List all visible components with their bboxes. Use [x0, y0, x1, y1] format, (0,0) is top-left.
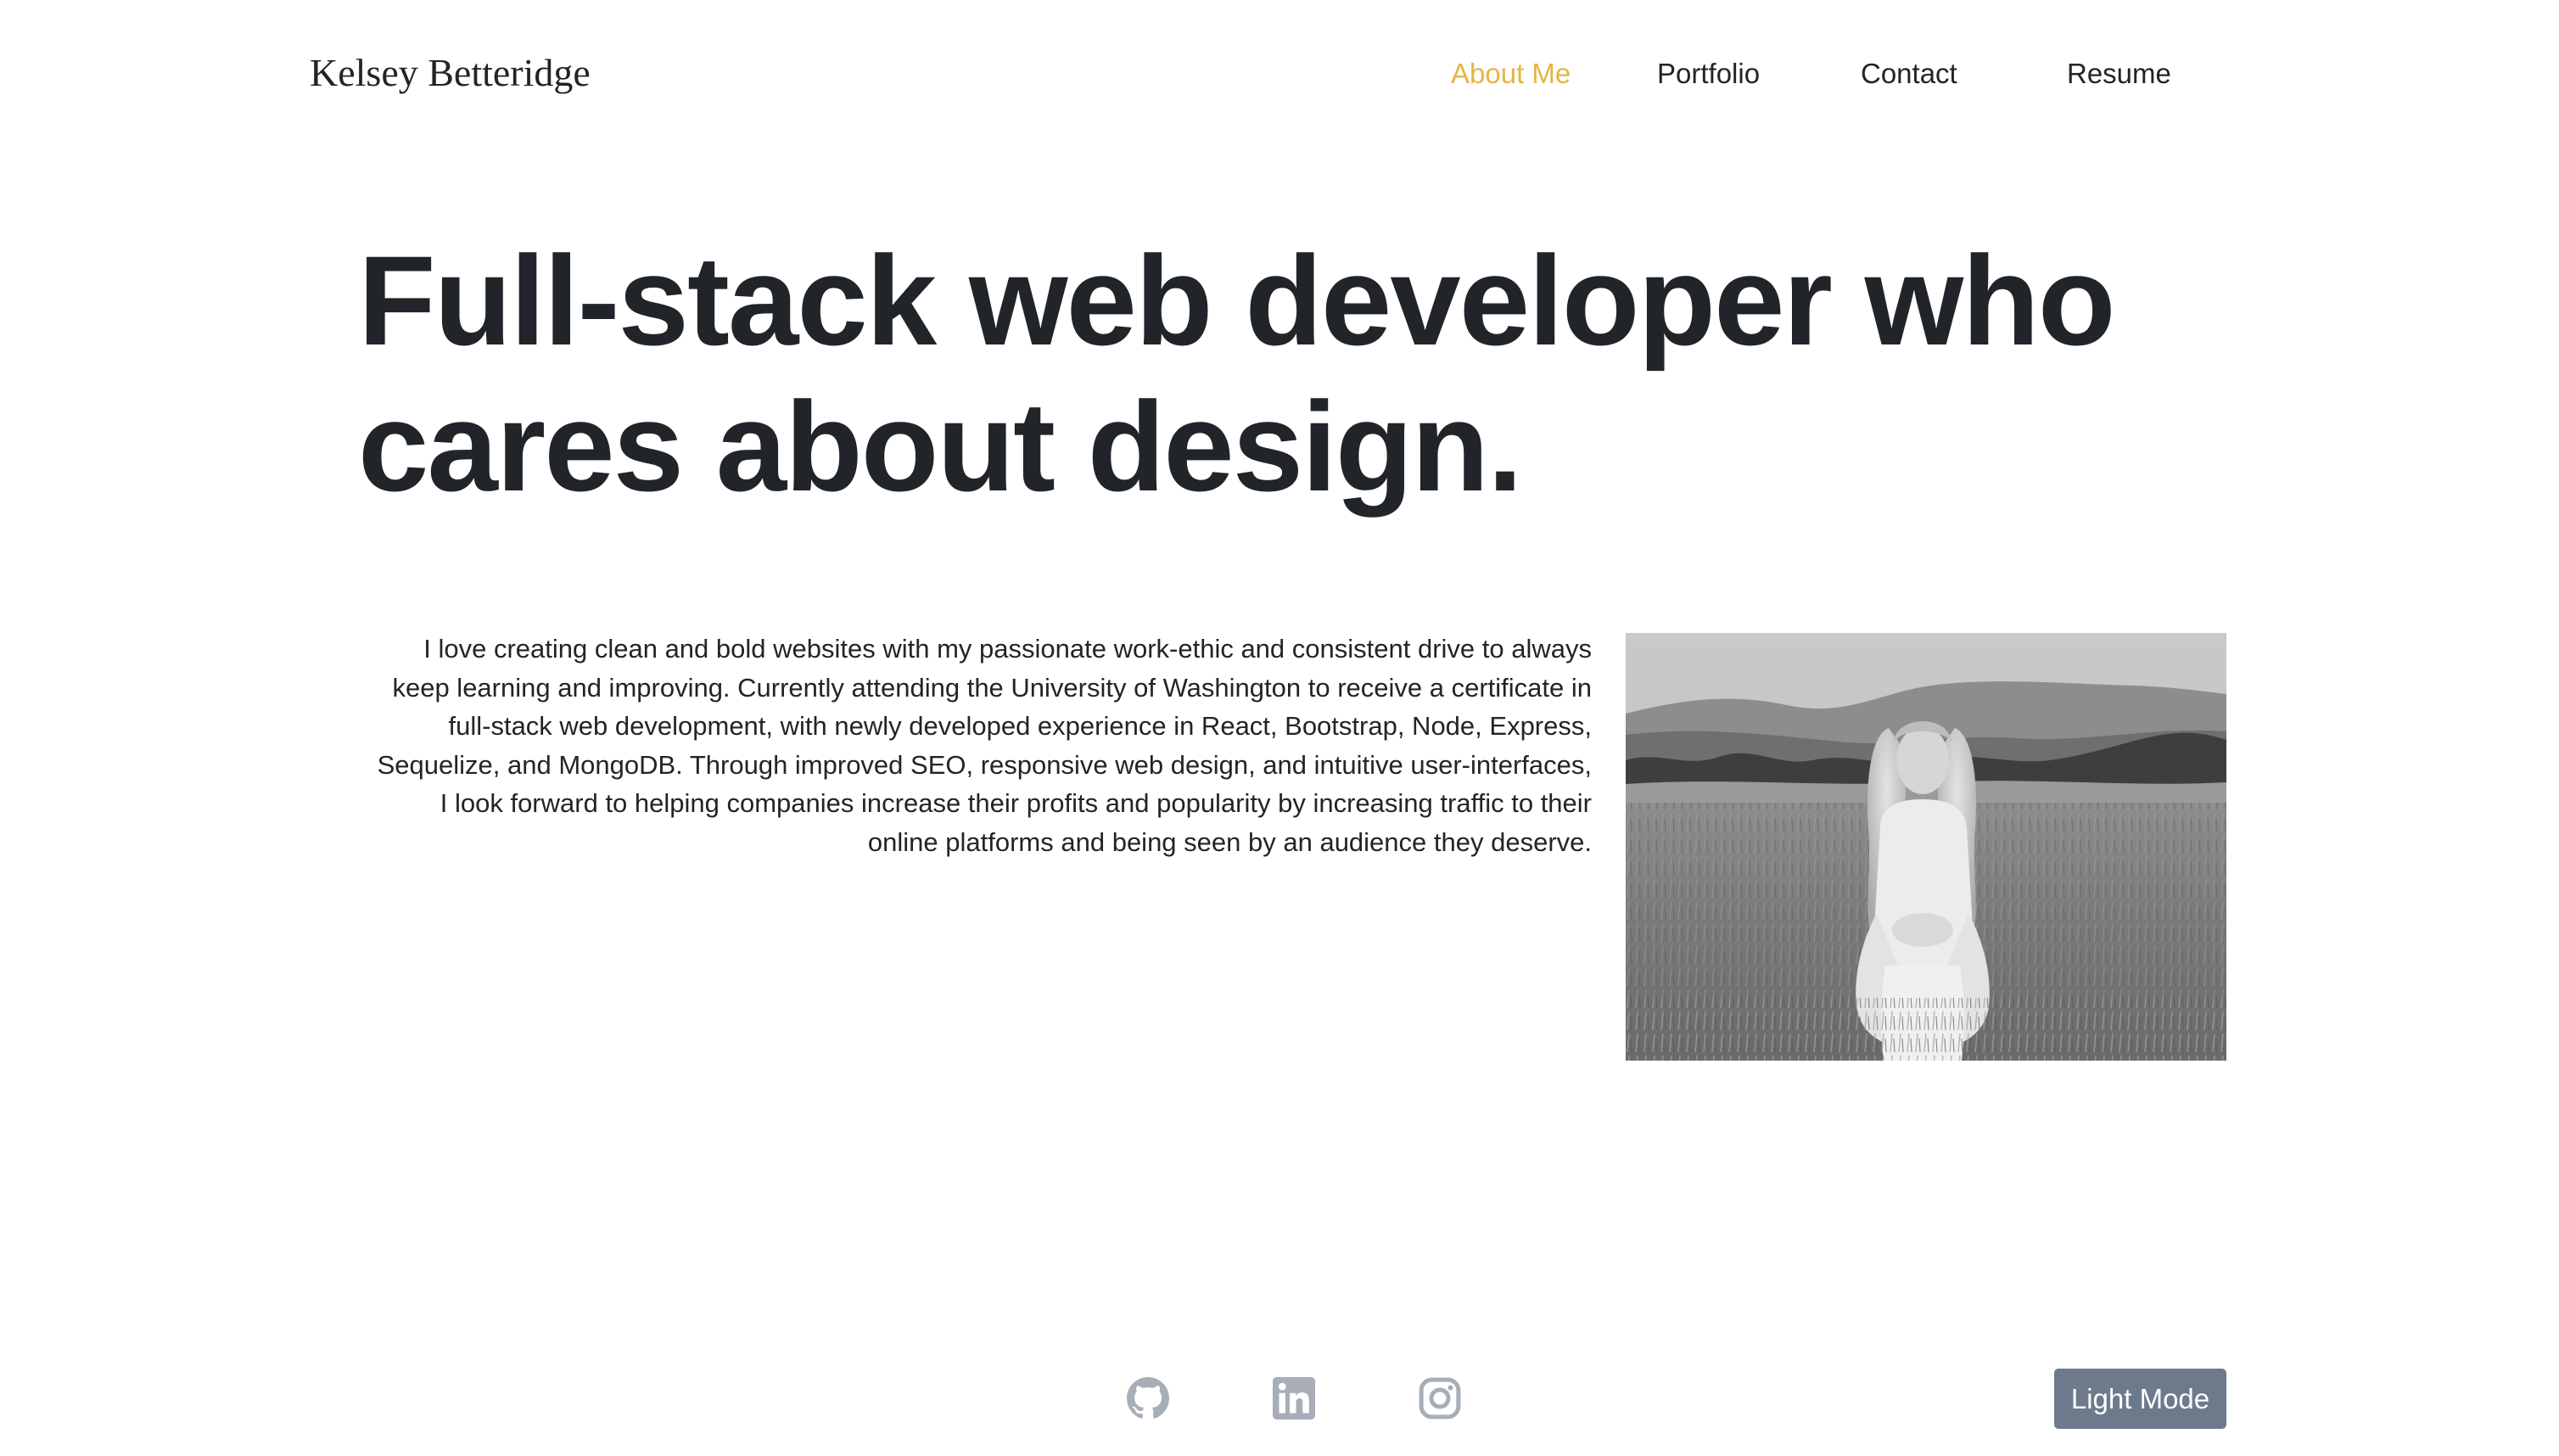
- nav-portfolio[interactable]: Portfolio: [1657, 54, 1760, 93]
- nav-about-me[interactable]: About Me: [1451, 54, 1571, 93]
- light-mode-button[interactable]: Light Mode: [2054, 1369, 2226, 1429]
- hero-line-1: Full-stack web developer who: [358, 229, 2116, 372]
- hero-line-2: cares about design.: [358, 375, 1523, 518]
- instagram-icon[interactable]: [1419, 1377, 1461, 1420]
- about-bio: I love creating clean and bold websites …: [377, 634, 1592, 857]
- linkedin-icon[interactable]: [1273, 1377, 1315, 1420]
- nav-contact[interactable]: Contact: [1861, 54, 1957, 93]
- github-icon[interactable]: [1127, 1377, 1169, 1420]
- hero-heading: Full-stack web developer who cares about…: [358, 227, 2310, 519]
- site-brand[interactable]: Kelsey Betteridge: [310, 48, 591, 98]
- nav-resume[interactable]: Resume: [2067, 54, 2171, 93]
- profile-photo: [1626, 633, 2226, 1061]
